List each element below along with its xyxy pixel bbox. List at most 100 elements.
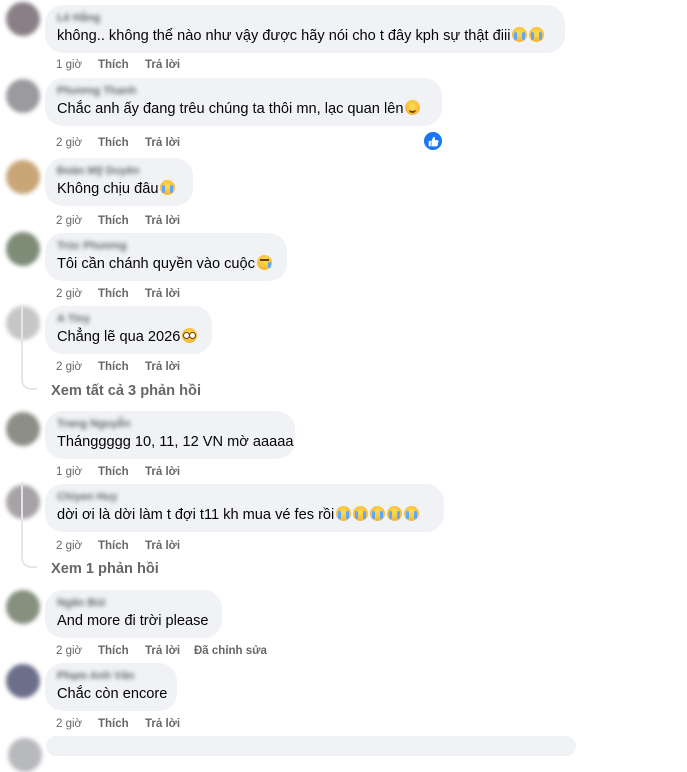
avatar[interactable] — [6, 664, 40, 698]
reply-button[interactable]: Trả lời — [145, 716, 180, 732]
commenter-name[interactable]: Chiyen Huy — [57, 490, 432, 505]
comment-text-content: không.. không thể nào như vậy được hãy n… — [57, 28, 511, 44]
comment-text: dời ơi là dời làm t đợi t11 kh mua vé fe… — [57, 505, 432, 525]
comment-bubble: Đoàn Mỹ Duyên Không chịu đâu — [45, 158, 193, 206]
comment-actions: 2 giờ Thích Trả lời — [56, 716, 356, 732]
comment-time[interactable]: 2 giờ — [56, 213, 82, 229]
comment-text: Thánggggg 10, 11, 12 VN mờ aaaaa — [57, 432, 293, 452]
comment-text: Chắc còn encore — [57, 684, 168, 704]
comment-text: And more đi trời please — [57, 611, 210, 631]
edited-label: Đã chỉnh sửa — [194, 645, 267, 657]
like-button[interactable]: Thích — [98, 286, 129, 302]
avatar[interactable] — [6, 412, 40, 446]
commenter-name[interactable]: Đoàn Mỹ Duyên — [57, 164, 181, 179]
comment-bubble: Phạm Anh Văn Chắc còn encore — [45, 663, 177, 711]
reply-button[interactable]: Trả lời — [145, 464, 180, 480]
plead-emoji-icon — [182, 328, 198, 343]
comment-time[interactable]: 1 giờ — [56, 57, 82, 73]
avatar[interactable] — [6, 306, 40, 340]
comment-bubble — [46, 736, 576, 756]
comment-text: Chẳng lẽ qua 2026 — [57, 327, 200, 347]
like-button[interactable]: Thích — [98, 57, 129, 73]
thread-line — [21, 482, 23, 556]
avatar[interactable] — [6, 160, 40, 194]
like-button[interactable]: Thích — [98, 213, 129, 229]
thread-connector — [21, 378, 37, 390]
comment-time[interactable]: 1 giờ — [56, 464, 82, 480]
comment-text-content: dời ơi là dời làm t đợi t11 kh mua vé fe… — [57, 507, 335, 523]
avatar[interactable] — [8, 738, 42, 772]
reply-button[interactable]: Trả lời — [145, 359, 180, 375]
cry-emoji-icon — [336, 506, 352, 521]
comment-actions: 2 giờ Thích Trả lời — [56, 359, 356, 375]
comment-text-content: Chắc còn encore — [57, 686, 168, 702]
comment-actions: 2 giờ Thích Trả lời — [56, 135, 356, 151]
tear-emoji-icon — [256, 255, 272, 270]
avatar[interactable] — [6, 590, 40, 624]
comment-bubble: Ngân Bùi And more đi trời please — [45, 590, 222, 638]
comment-time[interactable]: 2 giờ — [56, 716, 82, 732]
comment-time[interactable]: 2 giờ — [56, 538, 82, 554]
cry-emoji-icon — [512, 27, 528, 42]
comment-text-content: Tôi cần chánh quyền vào cuộc — [57, 256, 255, 272]
commenter-name[interactable]: A Tiny — [57, 312, 200, 327]
thumbs-up-icon — [428, 136, 439, 146]
comment-bubble: A Tiny Chẳng lẽ qua 2026 — [45, 306, 212, 354]
comment-bubble: Trúc Phương Tôi cần chánh quyền vào cuộc — [45, 233, 287, 281]
like-button[interactable]: Thích — [98, 716, 129, 732]
comment-time[interactable]: 2 giờ — [56, 643, 82, 659]
reply-button[interactable]: Trả lời — [145, 643, 180, 659]
like-button[interactable]: Thích — [98, 464, 129, 480]
reply-button[interactable]: Trả lời — [145, 57, 180, 73]
comment-actions: 2 giờ Thích Trả lời — [56, 286, 356, 302]
avatar[interactable] — [6, 485, 40, 519]
like-button[interactable]: Thích — [98, 643, 129, 659]
reply-button[interactable]: Trả lời — [145, 135, 180, 151]
comment-actions: 1 giờ Thích Trả lời — [56, 57, 356, 73]
comment-text: Không chịu đâu — [57, 179, 181, 199]
cry-emoji-icon — [370, 506, 386, 521]
reply-button[interactable]: Trả lời — [145, 213, 180, 229]
cry-emoji-icon — [529, 27, 545, 42]
comment-text-content: And more đi trời please — [57, 613, 209, 629]
avatar[interactable] — [6, 79, 40, 113]
reply-button[interactable]: Trả lời — [145, 286, 180, 302]
like-reaction-badge[interactable] — [423, 131, 443, 151]
comment-bubble: Phương Thanh Chắc anh ấy đang trêu chúng … — [45, 78, 442, 126]
commenter-name[interactable]: Phương Thanh — [57, 84, 430, 99]
comment-actions: 1 giờ Thích Trả lời — [56, 464, 356, 480]
like-button[interactable]: Thích — [98, 135, 129, 151]
like-button[interactable]: Thích — [98, 359, 129, 375]
view-replies-link[interactable]: Xem tất cả 3 phản hồi — [51, 383, 201, 399]
comment-text: không.. không thể nào như vậy được hãy n… — [57, 26, 553, 46]
comment-text-content: Không chịu đâu — [57, 181, 159, 197]
comment-text: Chắc anh ấy đang trêu chúng ta thôi mn, … — [57, 99, 430, 119]
commenter-name[interactable]: Trúc Phương — [57, 239, 275, 254]
cry-emoji-icon — [353, 506, 369, 521]
thread-connector — [21, 556, 37, 568]
cry-emoji-icon — [387, 506, 403, 521]
commenter-name[interactable]: Phạm Anh Văn — [57, 669, 165, 684]
comment-text-content: Thánggggg 10, 11, 12 VN mờ aaaaa — [57, 434, 294, 450]
comment-text-content: Chắc anh ấy đang trêu chúng ta thôi mn, … — [57, 101, 404, 117]
commenter-name[interactable]: Trang Nguyễn — [57, 417, 283, 432]
commenter-name[interactable]: Ngân Bùi — [57, 596, 210, 611]
cry-emoji-icon — [160, 180, 176, 195]
avatar[interactable] — [6, 232, 40, 266]
avatar[interactable] — [6, 2, 40, 36]
like-button[interactable]: Thích — [98, 538, 129, 554]
comment-time[interactable]: 2 giờ — [56, 286, 82, 302]
comment-time[interactable]: 2 giờ — [56, 135, 82, 151]
smile-emoji-icon — [405, 100, 421, 115]
view-replies-link[interactable]: Xem 1 phản hồi — [51, 561, 159, 577]
cry-emoji-icon — [404, 506, 420, 521]
comment-actions: 2 giờ Thích Trả lời — [56, 213, 356, 229]
comment-bubble: Chiyen Huy dời ơi là dời làm t đợi t11 kh… — [45, 484, 444, 532]
comment-actions: 2 giờ Thích Trả lời — [56, 538, 356, 554]
commenter-name[interactable]: Lê Hằng — [57, 11, 553, 26]
comment-text: Tôi cần chánh quyền vào cuộc — [57, 254, 275, 274]
reply-button[interactable]: Trả lời — [145, 538, 180, 554]
comment-bubble: Trang Nguyễn Thánggggg 10, 11, 12 VN mờ a… — [45, 411, 295, 459]
comment-actions: 2 giờ Thích Trả lời Đã chỉnh sửa — [56, 643, 356, 659]
comment-time[interactable]: 2 giờ — [56, 359, 82, 375]
